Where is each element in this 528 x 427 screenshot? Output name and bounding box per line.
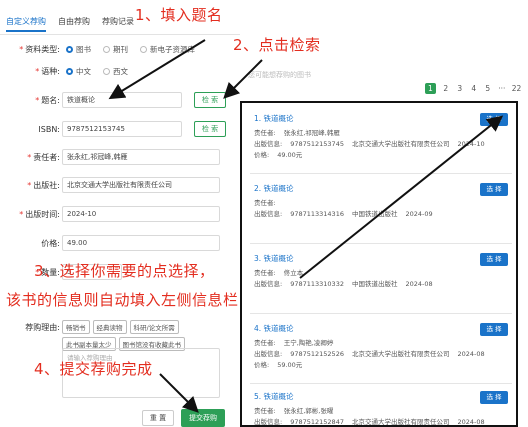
publisher-label: 出版社:	[33, 180, 60, 190]
divider	[250, 173, 512, 174]
reason-label: 荐购理由:	[25, 322, 60, 332]
result-title[interactable]: 2. 铁道概论	[254, 183, 504, 194]
reason-row: 荐购理由:	[0, 318, 60, 336]
pub-date-input[interactable]: 2024-10	[62, 206, 220, 222]
publisher-input[interactable]: 北京交通大学出版社有限责任公司	[62, 177, 220, 193]
result-title[interactable]: 5. 铁道概论	[254, 391, 504, 402]
annotation-step4: 4、提交荐购完成	[34, 360, 153, 378]
price-label: 价格:	[41, 238, 60, 248]
title-input[interactable]: 铁道概论	[62, 92, 182, 108]
page-5[interactable]: 5	[484, 84, 492, 93]
select-button[interactable]: 选 择	[480, 253, 508, 266]
result-card: 1. 铁道概论 责任者: 张永红,祁冠峰,韩雁 出版信息: 978751215374…	[254, 113, 504, 161]
page-2[interactable]: 2	[442, 84, 450, 93]
results-hint: 您可能想荐购的图书	[248, 71, 311, 79]
reason-tag[interactable]: 畅销书	[62, 320, 90, 334]
reset-button[interactable]: 重 置	[142, 410, 174, 426]
annotation-step3a: 3、选择你需要的点选择，	[34, 262, 215, 280]
price-row: 价格:	[0, 234, 60, 252]
tab-divider	[0, 34, 240, 35]
reason-tag[interactable]: 经典读物	[92, 320, 127, 334]
select-button[interactable]: 选 择	[480, 183, 508, 196]
language-label: 语种:	[41, 66, 60, 76]
title-search-button[interactable]: 检 索	[194, 92, 226, 108]
radio-journal[interactable]: 期刊	[103, 44, 128, 55]
pub-date-label: 出版时间:	[25, 209, 60, 219]
select-button[interactable]: 选 择	[480, 113, 508, 126]
page-3[interactable]: 3	[456, 84, 464, 93]
isbn-row: ISBN:	[0, 120, 60, 138]
divider	[250, 383, 512, 384]
result-card: 2. 铁道概论 责任者: 出版信息: 9787113314316 中国铁道出版社 20…	[254, 183, 504, 220]
author-label: 责任者:	[33, 152, 60, 162]
submit-button[interactable]: 提交荐购	[181, 409, 225, 427]
publisher-row: * 出版社:	[27, 180, 60, 190]
radio-book[interactable]: 图书	[66, 44, 91, 55]
title-row: * 题名:	[35, 95, 60, 105]
result-card: 3. 铁道概论 责任者: 佟立本 出版信息: 9787113310332 中国铁道出版…	[254, 253, 504, 290]
isbn-input[interactable]: 9787512153745	[62, 121, 182, 137]
radio-western[interactable]: 西文	[103, 66, 128, 77]
resource-type-label: 资料类型:	[25, 44, 60, 54]
tab-free-recommend[interactable]: 自由荐购	[58, 16, 90, 32]
tab-custom-recommend[interactable]: 自定义荐购	[6, 16, 46, 32]
author-input[interactable]: 张永红,祁冠峰,韩雁	[62, 149, 220, 165]
annotation-step2: 2、点击检索	[233, 36, 321, 54]
tab-recommend-history[interactable]: 荐购记录	[102, 16, 134, 32]
select-button[interactable]: 选 择	[480, 323, 508, 336]
radio-chinese[interactable]: 中文	[66, 66, 91, 77]
pub-date-row: * 出版时间:	[19, 209, 60, 219]
result-title[interactable]: 1. 铁道概论	[254, 113, 504, 124]
resource-type-row: * 资料类型: 图书 期刊 新电子资源库	[19, 44, 195, 55]
isbn-search-button[interactable]: 检 索	[194, 121, 226, 137]
select-button[interactable]: 选 择	[480, 391, 508, 404]
result-card: 4. 铁道概论 责任者: 王宁,陶艳,凌卿婷 出版信息: 9787512152526…	[254, 323, 504, 371]
reason-tag[interactable]: 科研/论文所需	[129, 320, 179, 334]
divider	[250, 243, 512, 244]
tab-bar: 自定义荐购 自由荐购 荐购记录	[6, 16, 146, 32]
annotation-step1: 1、填入题名	[135, 6, 223, 24]
price-input[interactable]: 49.00	[62, 235, 220, 251]
isbn-label: ISBN:	[38, 124, 60, 134]
language-row: * 语种: 中文 西文	[35, 66, 128, 77]
result-card: 5. 铁道概论 责任者: 张永红,郭彬,张曜 出版信息: 9787512152847…	[254, 391, 504, 425]
page-4[interactable]: 4	[470, 84, 478, 93]
radio-eresource[interactable]: 新电子资源库	[140, 44, 195, 55]
results-panel: 1. 铁道概论 责任者: 张永红,祁冠峰,韩雁 出版信息: 978751215374…	[240, 101, 518, 427]
page-ellipsis: ···	[498, 84, 506, 93]
author-row: * 责任者:	[27, 152, 60, 162]
annotation-step3b: 该书的信息则自动填入左侧信息栏	[6, 291, 239, 309]
page-1[interactable]: 1	[425, 83, 436, 94]
page-22[interactable]: 22	[512, 84, 522, 93]
result-title[interactable]: 3. 铁道概论	[254, 253, 504, 264]
result-title[interactable]: 4. 铁道概论	[254, 323, 504, 334]
divider	[250, 313, 512, 314]
title-label: 题名:	[41, 95, 60, 105]
pagination: 1 2 3 4 5 ··· 22 ›	[425, 83, 528, 94]
